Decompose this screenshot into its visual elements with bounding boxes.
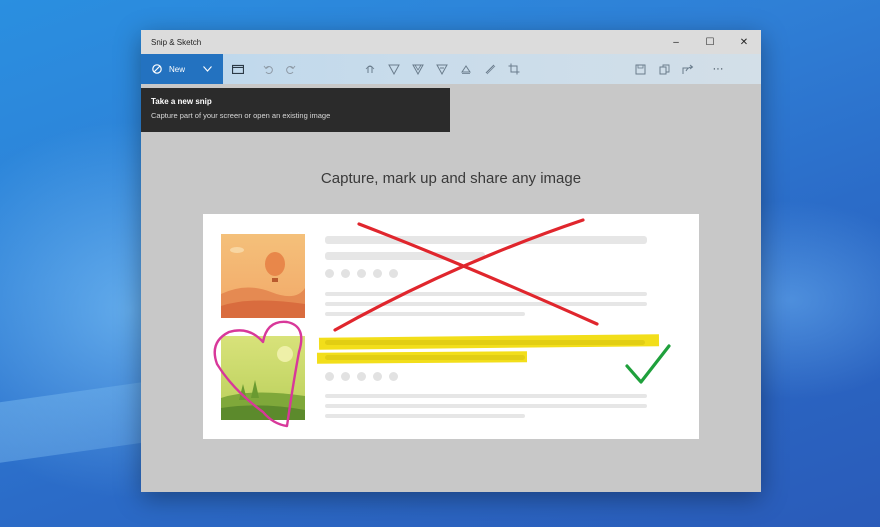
undo-button[interactable] <box>257 54 279 84</box>
green-check-stroke <box>625 344 671 384</box>
highlighter-icon <box>436 64 448 75</box>
redo-button[interactable] <box>279 54 301 84</box>
highlighter-button[interactable] <box>431 54 453 84</box>
touch-writing-button[interactable] <box>359 54 381 84</box>
crop-button[interactable] <box>503 54 525 84</box>
toolbar: New ··· <box>141 54 761 84</box>
touch-writing-icon <box>365 65 375 73</box>
red-x-stroke <box>357 222 599 326</box>
open-file-button[interactable] <box>227 54 249 84</box>
eraser-icon <box>461 65 471 74</box>
sample-document-card <box>203 214 699 439</box>
pencil-button[interactable] <box>407 54 429 84</box>
undo-icon <box>263 65 273 74</box>
new-snip-tooltip: Take a new snip Capture part of your scr… <box>141 88 450 132</box>
pink-heart-stroke <box>213 320 303 428</box>
new-snip-label: New <box>169 64 186 74</box>
ballpoint-pen-button[interactable] <box>383 54 405 84</box>
red-x-stroke <box>333 218 585 332</box>
chevron-down-icon[interactable] <box>203 64 212 74</box>
ink-annotations <box>213 218 671 428</box>
ruler-button[interactable] <box>479 54 501 84</box>
share-button[interactable] <box>677 54 699 84</box>
canvas-headline: Capture, mark up and share any image <box>320 170 582 187</box>
more-icon[interactable]: ··· <box>707 54 729 84</box>
minimize-button[interactable]: – <box>659 30 693 54</box>
save-icon <box>635 64 645 74</box>
share-icon <box>682 64 694 74</box>
copy-icon <box>659 64 669 74</box>
copy-button[interactable] <box>653 54 675 84</box>
pencil-icon <box>412 64 424 75</box>
save-button[interactable] <box>629 54 651 84</box>
maximize-button[interactable]: ☐ <box>693 30 727 54</box>
redo-icon <box>285 65 295 74</box>
title-bar: Snip & Sketch – ☐ ✕ <box>141 30 761 54</box>
ruler-icon <box>485 64 496 75</box>
tooltip-title: Take a new snip <box>151 97 212 106</box>
crop-icon <box>508 63 520 75</box>
new-snip-button[interactable]: New <box>141 54 223 84</box>
close-button[interactable]: ✕ <box>727 30 761 54</box>
tooltip-description: Capture part of your screen or open an e… <box>151 111 331 120</box>
folder-icon <box>232 64 244 74</box>
window-title: Snip & Sketch <box>151 37 202 47</box>
snip-icon <box>152 64 162 74</box>
ballpoint-pen-icon <box>388 64 400 75</box>
eraser-button[interactable] <box>455 54 477 84</box>
